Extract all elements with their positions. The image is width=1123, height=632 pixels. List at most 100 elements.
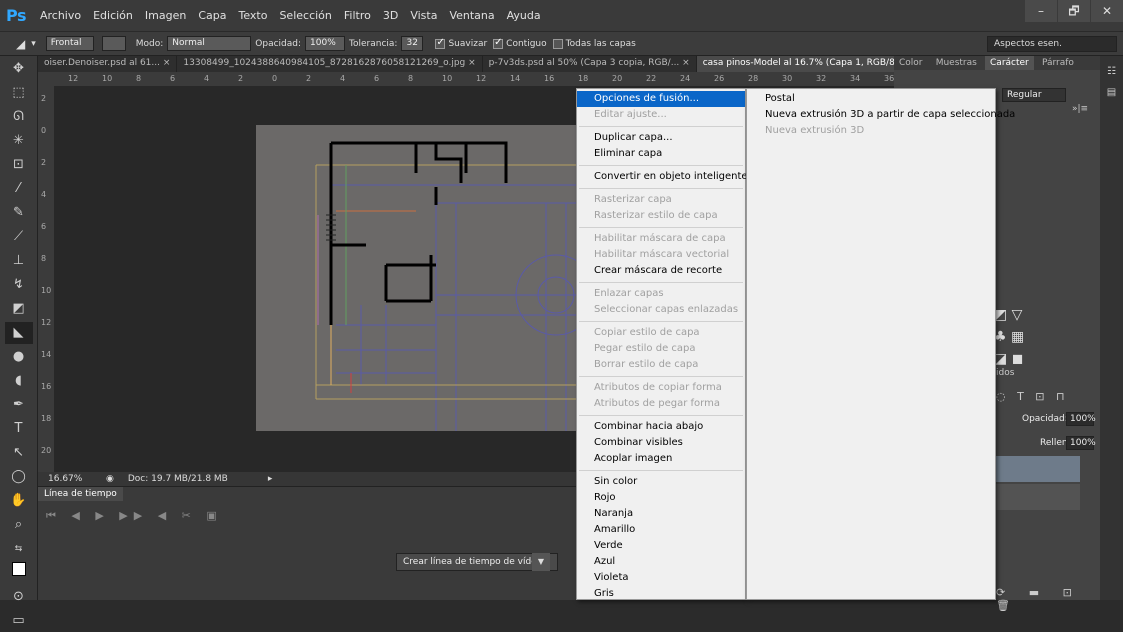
dodge-tool-icon[interactable]: ◖ (5, 370, 33, 392)
menu-vista[interactable]: Vista (410, 9, 437, 22)
ruler-tick-label: 0 (41, 126, 47, 135)
menu-archivo[interactable]: Archivo (40, 9, 81, 22)
menu-item[interactable]: Naranja (577, 506, 745, 522)
menu-item[interactable]: Azul (577, 554, 745, 570)
timeline-dropdown-icon[interactable]: ▼ (532, 553, 550, 571)
lasso-tool-icon[interactable]: ᘏ (5, 106, 33, 128)
pen-tool-icon[interactable]: ✒ (5, 394, 33, 416)
color-swatches-icon[interactable] (5, 562, 33, 584)
timeline-tab[interactable]: Línea de tiempo (38, 487, 123, 501)
menu-seleccion[interactable]: Selección (279, 9, 331, 22)
app-logo: Ps (6, 6, 26, 25)
blur-tool-icon[interactable]: ● (5, 346, 33, 368)
history-brush-tool-icon[interactable]: ↯ (5, 274, 33, 296)
layers-bottom-icons[interactable]: ⟳ ▬ ⊡ 🗑 (996, 586, 1100, 612)
menu-texto[interactable]: Texto (238, 9, 267, 22)
dock-icon[interactable]: ▤ (1100, 87, 1123, 98)
layers-tab[interactable]: idos (996, 368, 1014, 378)
tab-swatches[interactable]: Muestras (931, 56, 982, 70)
menu-item[interactable]: Amarillo (577, 522, 745, 538)
workspace-select[interactable]: Aspectos esen. (987, 36, 1117, 52)
hand-tool-icon[interactable]: ✋ (5, 490, 33, 512)
doc-tab[interactable]: 13308499_1024388640984105_87281628760581… (177, 56, 483, 72)
menu-item[interactable]: Rojo (577, 490, 745, 506)
fill-source-select[interactable]: Frontal (45, 36, 94, 51)
tool-preset-dropdown[interactable]: ▾ (31, 39, 36, 49)
tab-paragraph[interactable]: Párrafo (1037, 56, 1079, 70)
move-tool-icon[interactable]: ✥ (5, 58, 33, 80)
magic-wand-tool-icon[interactable]: ✳ (5, 130, 33, 152)
zoom-level[interactable]: 16.67% (48, 474, 92, 484)
menu-item[interactable]: Opciones de fusión... (577, 91, 745, 107)
menu-item[interactable]: Acoplar imagen (577, 451, 745, 467)
marquee-tool-icon[interactable]: ⬚ (5, 82, 33, 104)
minimize-button[interactable]: – (1025, 0, 1057, 22)
tab-color[interactable]: Color (894, 56, 928, 70)
menu-imagen[interactable]: Imagen (145, 9, 186, 22)
smooth-checkbox[interactable] (435, 37, 446, 49)
paint-bucket-tool-icon[interactable]: ◣ (4, 322, 33, 344)
menu-item: Habilitar máscara vectorial (594, 249, 730, 260)
stamp-tool-icon[interactable]: ⊥ (5, 250, 33, 272)
close-button[interactable]: ✕ (1091, 0, 1123, 22)
menu-capa[interactable]: Capa (198, 9, 226, 22)
info-icon[interactable]: ◉ (106, 474, 114, 484)
menu-item: Habilitar máscara de capa (594, 233, 726, 244)
font-style-select[interactable]: Regular (1002, 88, 1066, 102)
restore-button[interactable]: 🗗 (1058, 0, 1090, 22)
menu-3d[interactable]: 3D (383, 9, 398, 22)
menu-item[interactable]: Convertir en objeto inteligente (577, 169, 748, 185)
zoom-tool-icon[interactable]: ⌕ (5, 514, 33, 536)
menu-ventana[interactable]: Ventana (449, 9, 494, 22)
ruler-tick-label: 12 (68, 74, 79, 83)
adjustments-icons[interactable]: ◩ ▽ ♣ ▦ ◪ ◼ (994, 304, 1024, 370)
menu-ayuda[interactable]: Ayuda (507, 9, 541, 22)
menu-item[interactable]: Sin color (577, 474, 745, 490)
tab-character[interactable]: Carácter (985, 56, 1034, 70)
layer-opacity-input[interactable]: 100% (1066, 412, 1096, 426)
menu-filtro[interactable]: Filtro (344, 9, 371, 22)
layer-row[interactable] (994, 484, 1080, 510)
menu-item[interactable]: Crear máscara de recorte (577, 263, 745, 279)
panel-menu-icon[interactable]: »|≡ (1072, 104, 1088, 114)
layer-filter-icons[interactable]: ◌ T ⊡ ⊓ (996, 390, 1069, 403)
menu-item[interactable]: Nueva extrusión 3D a partir de capa sele… (747, 107, 1015, 123)
doc-tab[interactable]: p-7v3ds.psd al 50% (Capa 3 copia, RGB/..… (483, 56, 697, 72)
shape-tool-icon[interactable]: ◯ (5, 466, 33, 488)
layer-fill-input[interactable]: 100% (1066, 436, 1096, 450)
ruler-tick-label: 14 (510, 74, 521, 83)
doc-tab[interactable]: oiser.Denoiser.psd al 61... × (38, 56, 178, 72)
type-tool-icon[interactable]: T (5, 418, 33, 440)
swap-colors-icon[interactable]: ⇆ (5, 538, 33, 560)
status-menu-arrow-icon[interactable]: ▸ (268, 474, 273, 484)
eraser-tool-icon[interactable]: ◩ (5, 298, 33, 320)
layer-row-selected[interactable] (994, 456, 1080, 482)
menu-item[interactable]: Violeta (577, 570, 745, 586)
crop-tool-icon[interactable]: ⊡ (5, 154, 33, 176)
menu-item[interactable]: Eliminar capa (577, 146, 745, 162)
healing-brush-tool-icon[interactable]: ✎ (5, 202, 33, 224)
doc-tab-active[interactable]: casa pinos-Model al 16.7% (Capa 1, RGB/8… (696, 56, 894, 72)
tolerance-input[interactable]: 32 (401, 36, 424, 51)
timeline-playback-controls[interactable]: ⏮ ◀ ▶ ▶▶ ◀ ✂ ▣ (46, 509, 223, 523)
mode-select[interactable]: Normal (167, 36, 252, 51)
menu-item[interactable]: Postal (747, 91, 995, 107)
menu-edicion[interactable]: Edición (93, 9, 133, 22)
menu-item: Atributos de pegar forma (594, 398, 720, 409)
opacity-input[interactable]: 100% (305, 36, 346, 51)
dock-icon[interactable]: ☷ (1100, 66, 1123, 77)
brush-tool-icon[interactable]: ⟋ (5, 226, 33, 248)
pattern-swatch[interactable] (101, 36, 126, 51)
eyedropper-tool-icon[interactable]: ⁄ (5, 178, 33, 200)
menu-separator (579, 470, 743, 471)
contiguous-checkbox[interactable] (493, 37, 504, 49)
menu-item[interactable]: Verde (577, 538, 745, 554)
path-selection-tool-icon[interactable]: ↖ (5, 442, 33, 464)
menu-item[interactable]: Combinar hacia abajo (577, 419, 745, 435)
all-layers-checkbox[interactable] (552, 38, 563, 49)
quick-mask-icon[interactable]: ⊙ (5, 586, 33, 608)
screen-mode-icon[interactable]: ▭ (5, 610, 33, 632)
paint-bucket-icon[interactable]: ◢ (16, 37, 25, 51)
menu-item[interactable]: Combinar visibles (577, 435, 745, 451)
menu-item[interactable]: Duplicar capa... (577, 130, 745, 146)
